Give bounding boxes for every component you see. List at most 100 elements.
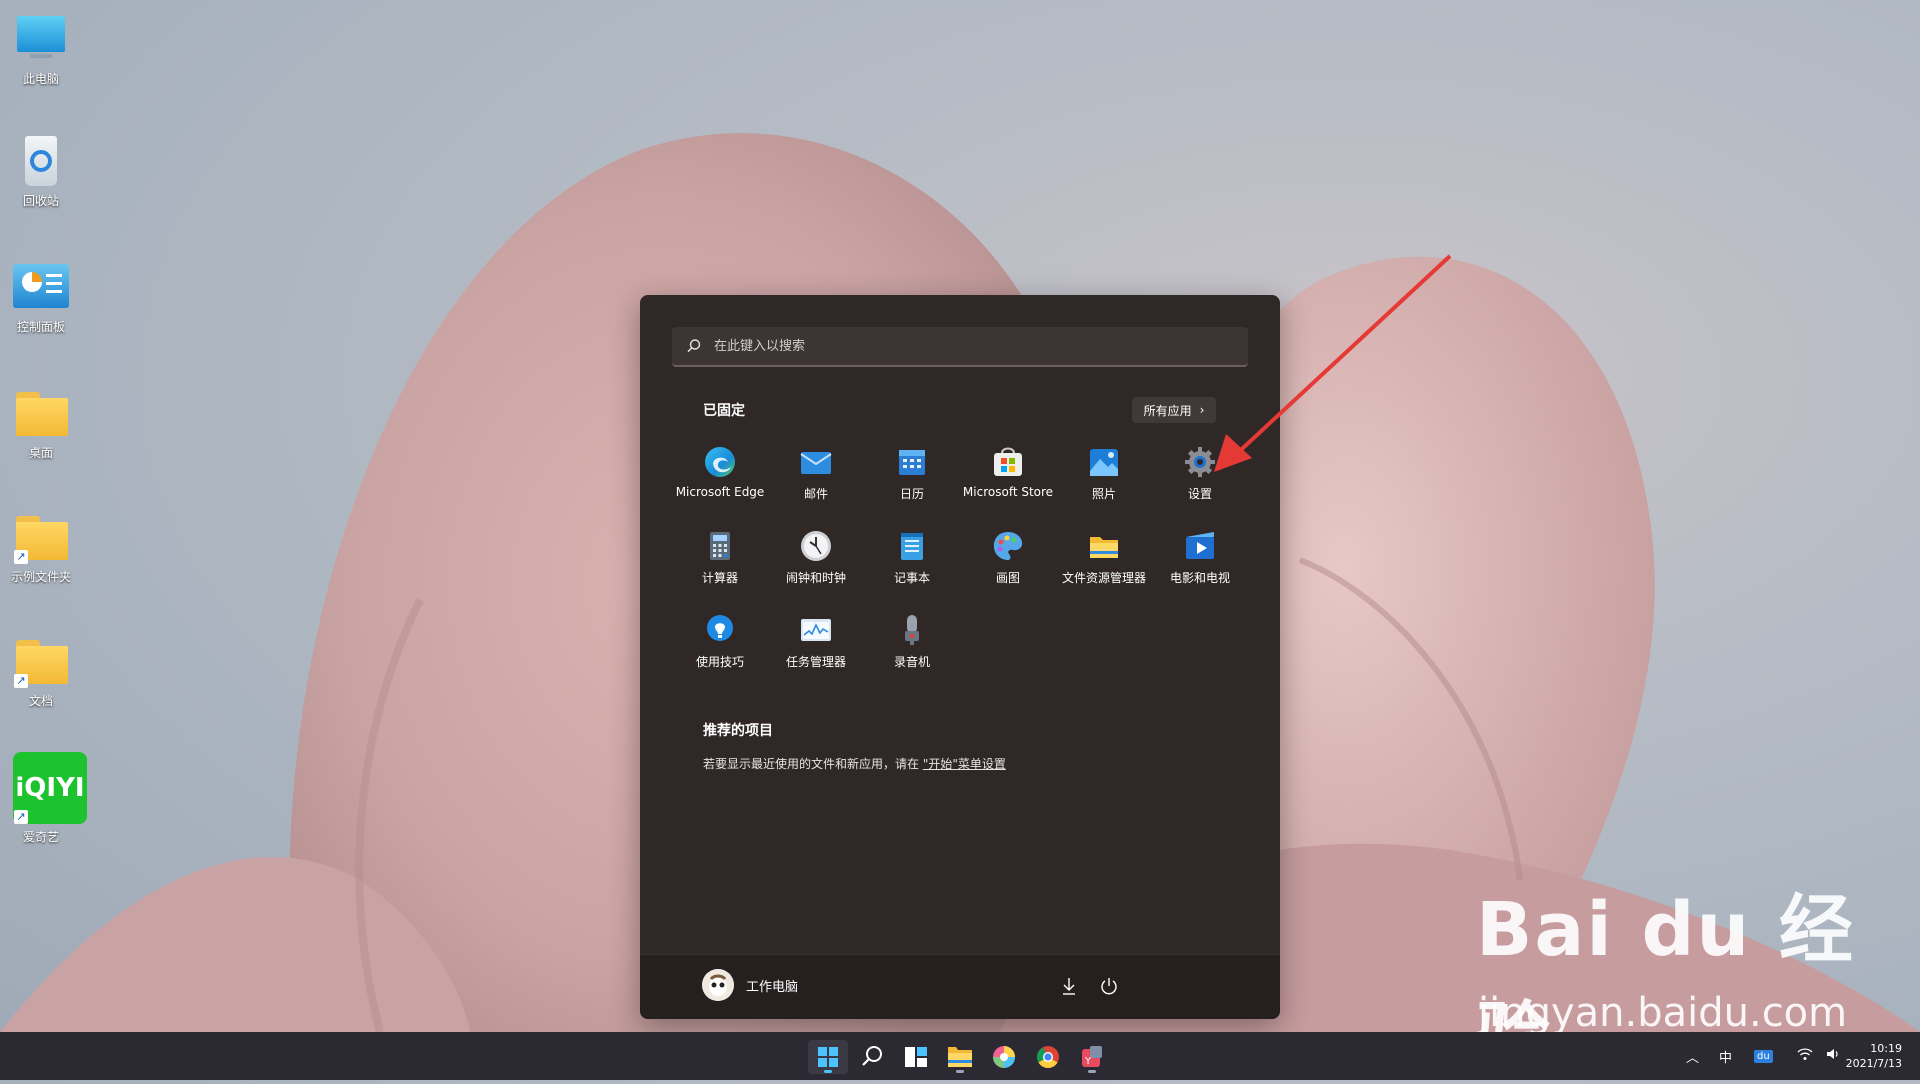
recommended-title: 推荐的项目 bbox=[703, 723, 773, 739]
clock-icon bbox=[799, 529, 833, 563]
pinned-app-store[interactable]: Microsoft Store bbox=[960, 445, 1056, 499]
desktop-icon-this-pc[interactable]: 此电脑 bbox=[0, 12, 82, 87]
desktop-icon-desktop-folder[interactable]: 桌面 bbox=[0, 386, 82, 461]
mail-icon bbox=[799, 445, 833, 479]
desktop-icon-sample-folder[interactable]: ↗ 示例文件夹 bbox=[0, 510, 82, 585]
notepad-icon bbox=[895, 529, 929, 563]
start-menu: 已固定 所有应用 › Microsoft Edge 邮件 日历 Microsof… bbox=[640, 295, 1280, 1019]
pinned-app-movies-tv[interactable]: 电影和电视 bbox=[1152, 529, 1248, 586]
app-label: 闹钟和时钟 bbox=[785, 571, 846, 585]
app-label: Microsoft Store bbox=[962, 485, 1054, 499]
taskbar-clock[interactable]: 10:19 2021/7/13 bbox=[1846, 1041, 1902, 1071]
taskbar: Y ︿ 中 du 10:19 2021/7/13 bbox=[0, 1032, 1920, 1080]
clock-time: 10:19 bbox=[1870, 1042, 1902, 1055]
taskbar-color-app[interactable] bbox=[984, 1040, 1024, 1074]
folder-shortcut-icon: ↗ bbox=[8, 634, 74, 688]
app-label: 邮件 bbox=[803, 487, 828, 501]
app-label: 日历 bbox=[899, 487, 924, 501]
pinned-title: 已固定 bbox=[703, 403, 745, 419]
windows-logo-icon bbox=[818, 1047, 838, 1067]
desktop-icon-iqiyi[interactable]: iQIYI ↗ 爱奇艺 bbox=[0, 752, 87, 845]
power-icon[interactable] bbox=[1098, 975, 1120, 997]
pinned-app-calculator[interactable]: 计算器 bbox=[672, 529, 768, 586]
app-label: 照片 bbox=[1091, 487, 1116, 501]
file-explorer-icon bbox=[948, 1047, 972, 1067]
pinned-app-voice-recorder[interactable]: 录音机 bbox=[864, 613, 960, 670]
pinned-app-paint[interactable]: 画图 bbox=[960, 529, 1056, 586]
search-icon bbox=[862, 1046, 882, 1066]
taskbar-widgets-button[interactable] bbox=[896, 1040, 936, 1074]
start-footer: 工作电脑 bbox=[640, 954, 1280, 1019]
shortcut-arrow-icon: ↗ bbox=[14, 674, 28, 688]
desktop-icon-documents[interactable]: ↗ 文档 bbox=[0, 634, 82, 709]
user-account-button[interactable]: 工作电脑 bbox=[702, 969, 798, 1001]
calculator-icon bbox=[703, 529, 737, 563]
pinned-app-file-explorer[interactable]: 文件资源管理器 bbox=[1056, 529, 1152, 586]
shortcut-arrow-icon: ↗ bbox=[14, 810, 28, 824]
pinned-app-mail[interactable]: 邮件 bbox=[768, 445, 864, 502]
folder-icon bbox=[8, 386, 74, 438]
watermark-url: jingyan.baidu.com bbox=[1478, 990, 1848, 1036]
pinned-app-task-manager[interactable]: 任务管理器 bbox=[768, 613, 864, 670]
system-tray: ︿ 中 du bbox=[1686, 1032, 1841, 1080]
app-label: 电影和电视 bbox=[1169, 571, 1230, 585]
taskbar-app-red[interactable]: Y bbox=[1072, 1040, 1112, 1074]
pinned-app-notepad[interactable]: 记事本 bbox=[864, 529, 960, 586]
pinned-app-calendar[interactable]: 日历 bbox=[864, 445, 960, 502]
app-label: Microsoft Edge bbox=[675, 485, 765, 499]
recycle-bin-icon bbox=[8, 134, 74, 186]
edge-icon bbox=[703, 445, 737, 479]
app-label: 计算器 bbox=[701, 571, 738, 585]
search-input[interactable] bbox=[712, 337, 1216, 355]
folder-shortcut-icon: ↗ bbox=[8, 510, 74, 564]
task-manager-icon bbox=[799, 613, 833, 647]
voice-recorder-icon bbox=[895, 613, 929, 647]
desktop-icon-control-panel[interactable]: 控制面板 bbox=[0, 260, 82, 335]
downloads-icon[interactable] bbox=[1058, 975, 1080, 997]
chevron-up-icon[interactable]: ︿ bbox=[1686, 1047, 1699, 1066]
recommended-message: 若要显示最近使用的文件和新应用，请在 "开始"菜单设置 bbox=[703, 755, 1006, 772]
pinned-app-edge[interactable]: Microsoft Edge bbox=[672, 445, 768, 499]
tips-icon bbox=[703, 613, 737, 647]
color-wheel-icon bbox=[993, 1046, 1015, 1068]
svg-text:Y: Y bbox=[1084, 1056, 1092, 1067]
app-label: 使用技巧 bbox=[695, 655, 744, 669]
running-indicator bbox=[1088, 1070, 1096, 1073]
volume-icon[interactable] bbox=[1825, 1047, 1841, 1065]
running-indicator bbox=[956, 1070, 964, 1073]
app-icon: Y bbox=[1082, 1046, 1102, 1067]
app-label: 记事本 bbox=[893, 571, 930, 585]
movies-icon bbox=[1183, 529, 1217, 563]
taskbar-start-button[interactable] bbox=[808, 1040, 848, 1074]
store-icon bbox=[991, 445, 1025, 479]
search-icon bbox=[686, 338, 702, 354]
shortcut-arrow-icon: ↗ bbox=[14, 550, 28, 564]
pinned-app-photos[interactable]: 照片 bbox=[1056, 445, 1152, 502]
app-label: 文件资源管理器 bbox=[1061, 571, 1146, 585]
all-apps-label: 所有应用 bbox=[1143, 403, 1192, 418]
pinned-app-tips[interactable]: 使用技巧 bbox=[672, 613, 768, 670]
start-settings-link[interactable]: "开始"菜单设置 bbox=[923, 757, 1006, 771]
pinned-app-clock[interactable]: 闹钟和时钟 bbox=[768, 529, 864, 586]
desktop-icon-recycle-bin[interactable]: 回收站 bbox=[0, 134, 82, 209]
start-search-box[interactable] bbox=[672, 327, 1248, 367]
annotation-arrow bbox=[1214, 254, 1452, 472]
ime-indicator[interactable]: 中 bbox=[1719, 1047, 1732, 1066]
file-explorer-icon bbox=[1087, 529, 1121, 563]
wifi-icon[interactable] bbox=[1797, 1047, 1813, 1065]
baidu-tray-icon[interactable]: du bbox=[1754, 1049, 1773, 1063]
app-label: 录音机 bbox=[893, 655, 930, 669]
taskbar-file-explorer[interactable] bbox=[940, 1040, 980, 1074]
user-name: 工作电脑 bbox=[746, 979, 799, 995]
photos-icon bbox=[1087, 445, 1121, 479]
paint-icon bbox=[991, 529, 1025, 563]
widgets-icon bbox=[905, 1047, 927, 1067]
app-label: 画图 bbox=[995, 571, 1020, 585]
taskbar-chrome[interactable] bbox=[1028, 1040, 1068, 1074]
app-label: 任务管理器 bbox=[785, 655, 846, 669]
iqiyi-icon: iQIYI ↗ bbox=[8, 752, 87, 824]
taskbar-search-button[interactable] bbox=[852, 1040, 892, 1074]
avatar bbox=[702, 969, 734, 1001]
monitor-icon bbox=[8, 12, 74, 64]
calendar-icon bbox=[895, 445, 929, 479]
